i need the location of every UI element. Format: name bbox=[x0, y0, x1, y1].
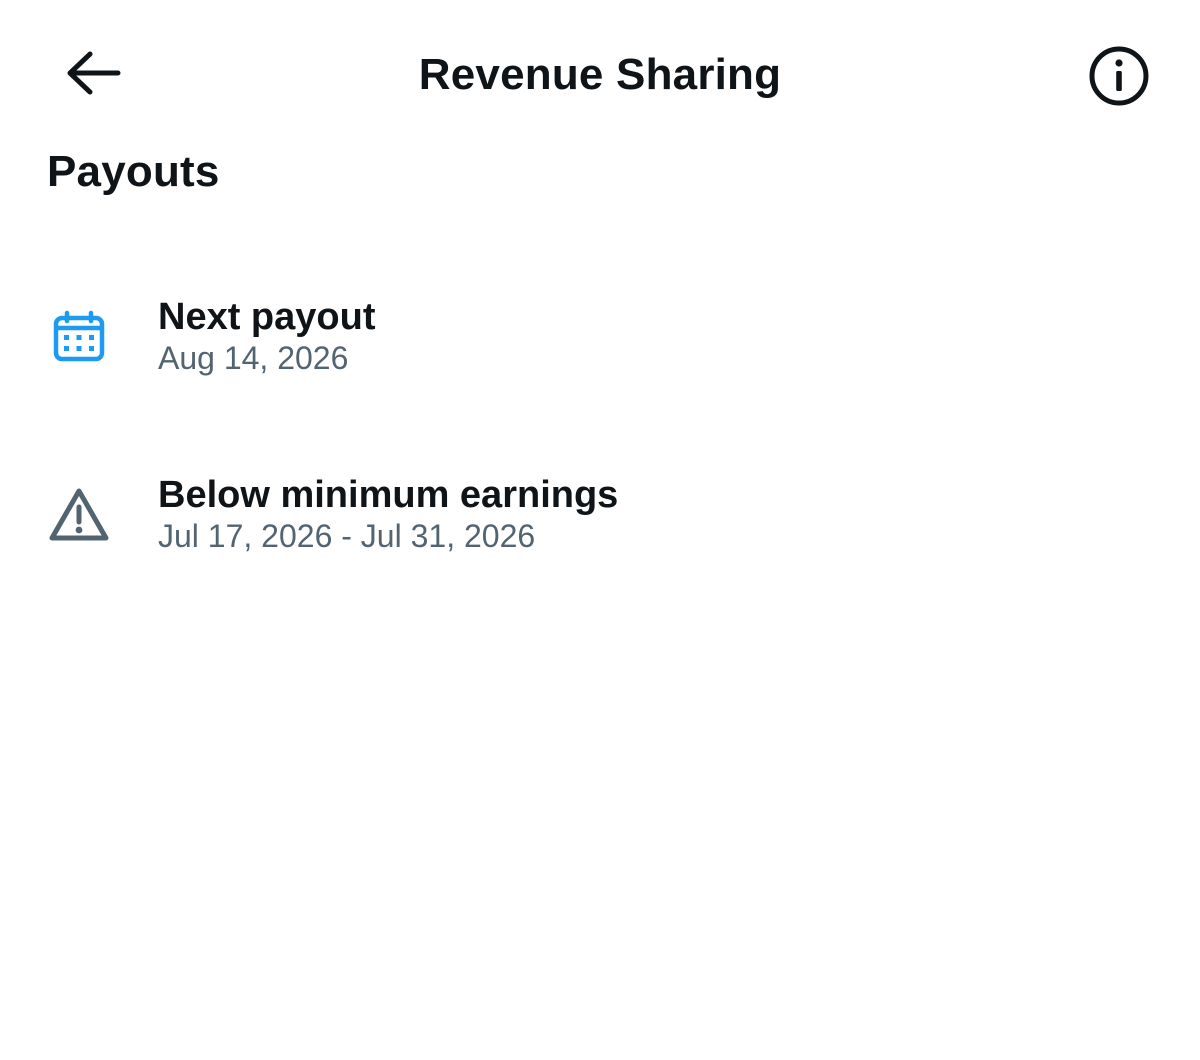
info-circle-icon bbox=[1088, 45, 1150, 112]
info-button[interactable] bbox=[1078, 40, 1160, 116]
back-button[interactable] bbox=[52, 40, 136, 110]
top-app-bar: Revenue Sharing bbox=[0, 0, 1200, 150]
warning-triangle-icon bbox=[46, 482, 112, 548]
list-item-next-payout[interactable]: Next payout Aug 14, 2026 bbox=[0, 290, 1200, 420]
calendar-icon bbox=[46, 304, 112, 370]
list-item-text: Next payout Aug 14, 2026 bbox=[158, 294, 375, 378]
list-item-subtitle: Jul 17, 2026 - Jul 31, 2026 bbox=[158, 518, 536, 554]
list-item-subtitle: Aug 14, 2026 bbox=[158, 340, 349, 376]
list-item-below-minimum-earnings[interactable]: Below minimum earnings Jul 17, 2026 - Ju… bbox=[0, 468, 1200, 598]
section-heading-payouts: Payouts bbox=[47, 147, 220, 196]
list-item-text: Below minimum earnings Jul 17, 2026 - Ju… bbox=[158, 472, 618, 556]
list-item-title: Below minimum earnings bbox=[158, 474, 619, 516]
arrow-left-icon bbox=[66, 51, 122, 100]
page-title: Revenue Sharing bbox=[418, 50, 782, 99]
list-item-title: Next payout bbox=[158, 296, 376, 338]
